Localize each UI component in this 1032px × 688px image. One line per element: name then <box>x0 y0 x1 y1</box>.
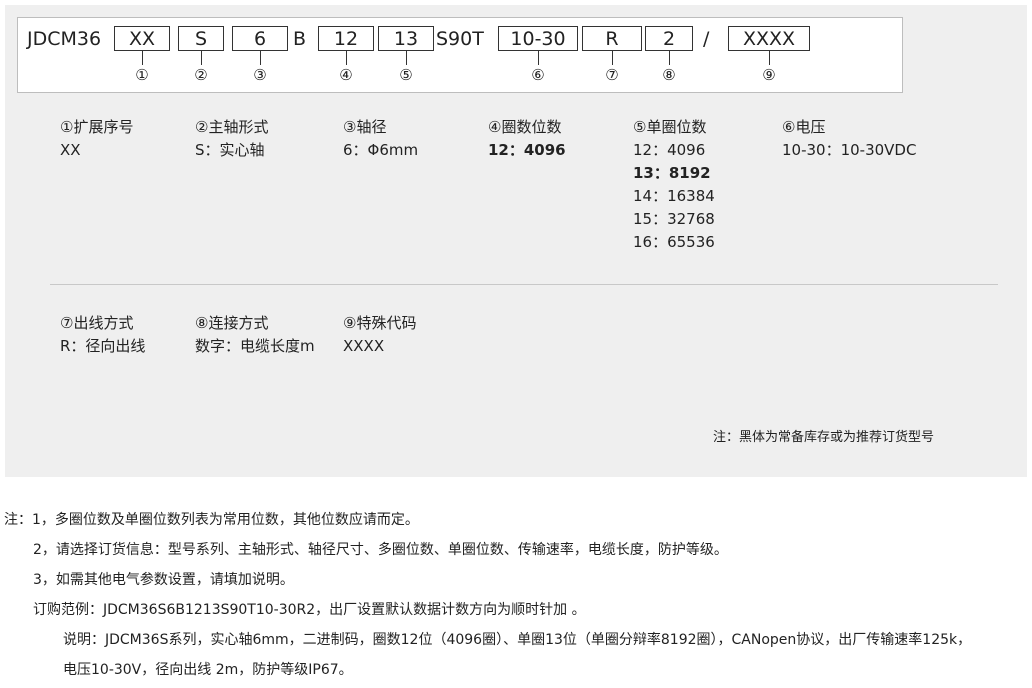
code-field-marker: ⑤ <box>399 66 413 84</box>
spec-value-recommended: 13：8192 <box>633 164 711 182</box>
spec-shaft-diameter: ③轴径 6：Φ6mm <box>343 116 418 162</box>
spec-special-code: ⑨特殊代码 XXXX <box>343 312 416 358</box>
code-field-tick <box>612 51 613 65</box>
code-field-tick <box>260 51 261 65</box>
code-field-marker: ③ <box>253 66 267 84</box>
spec-title: ①扩展序号 <box>60 118 134 136</box>
spec-value: 10-30：10-30VDC <box>782 141 917 159</box>
code-field-tick <box>142 51 143 65</box>
code-field-marker: ⑦ <box>605 66 619 84</box>
code-field-special-code: XXXX <box>728 26 810 51</box>
spec-value: R：径向出线 <box>60 337 146 355</box>
code-field-shaft-type: S <box>178 26 224 51</box>
spec-value: 15：32768 <box>633 210 715 228</box>
spec-voltage: ⑥电压 10-30：10-30VDC <box>782 116 916 162</box>
section-divider <box>50 284 998 285</box>
spec-value: 6：Φ6mm <box>343 141 419 159</box>
code-field-tick <box>406 51 407 65</box>
spec-value: S：实心轴 <box>195 141 265 159</box>
code-field-voltage: 10-30 <box>498 26 578 51</box>
spec-title: ⑦出线方式 <box>60 314 134 332</box>
spec-title: ④圈数位数 <box>488 118 562 136</box>
code-field-singleturn-bits: 13 <box>378 26 434 51</box>
code-field-marker: ④ <box>339 66 353 84</box>
note-line: 电压10-30V，径向出线 2m，防护等级IP67。 <box>63 662 353 678</box>
code-field-tick <box>201 51 202 65</box>
spec-value: XX <box>60 141 81 159</box>
code-field-marker: ① <box>135 66 149 84</box>
code-fixed-b: B <box>293 28 307 50</box>
spec-extension: ①扩展序号 XX <box>60 116 133 162</box>
code-field-outlet: R <box>582 26 642 51</box>
spec-multiturn-bits: ④圈数位数 12：4096 <box>488 116 566 162</box>
model-code-bar: JDCM36 XX ① S ② 6 ③ B 12 ④ 13 ⑤ S90T 10-… <box>17 17 903 93</box>
note-line: 注：1，多圈位数及单圈位数列表为常用位数，其他位数应请而定。 <box>4 512 419 528</box>
spec-outlet: ⑦出线方式 R：径向出线 <box>60 312 145 358</box>
code-field-marker: ② <box>194 66 208 84</box>
spec-value: 数字：电缆长度m <box>195 337 315 355</box>
spec-value: XXXX <box>343 337 385 355</box>
note-line: 订购范例：JDCM36S6B1213S90T10-30R2，出厂设置默认数据计数… <box>33 602 586 618</box>
spec-title: ⑨特殊代码 <box>343 314 417 332</box>
spec-panel: JDCM36 XX ① S ② 6 ③ B 12 ④ 13 ⑤ S90T 10-… <box>5 5 1027 477</box>
code-field-marker: ⑥ <box>531 66 545 84</box>
order-notes: 注：1，多圈位数及单圈位数列表为常用位数，其他位数应请而定。 2，请选择订货信息… <box>4 505 971 685</box>
code-field-extension: XX <box>114 26 170 51</box>
spec-singleturn-bits: ⑤单圈位数 12：4096 13：8192 14：16384 15：32768 … <box>633 116 715 254</box>
recommend-note: 注：黑体为常备库存或为推荐订货型号 <box>713 430 935 445</box>
spec-value: 16：65536 <box>633 233 715 251</box>
spec-value: 14：16384 <box>633 187 715 205</box>
code-separator-slash: / <box>703 28 710 50</box>
code-field-tick <box>346 51 347 65</box>
code-prefix: JDCM36 <box>27 28 102 50</box>
note-line: 2，请选择订货信息：型号系列、主轴形式、轴径尺寸、多圈位数、单圈位数、传输速率，… <box>33 542 728 558</box>
spec-title: ⑧连接方式 <box>195 314 269 332</box>
spec-title: ②主轴形式 <box>195 118 269 136</box>
note-line: 说明：JDCM36S系列，实心轴6mm，二进制码，圈数12位（4096圈）、单圈… <box>63 632 972 648</box>
code-fixed-s90t: S90T <box>436 28 484 50</box>
code-field-tick <box>538 51 539 65</box>
spec-title: ⑥电压 <box>782 118 826 136</box>
spec-value-recommended: 12：4096 <box>488 141 566 159</box>
code-field-tick <box>669 51 670 65</box>
spec-connection: ⑧连接方式 数字：电缆长度m <box>195 312 315 358</box>
code-field-marker: ⑧ <box>662 66 676 84</box>
code-field-tick <box>769 51 770 65</box>
code-field-shaft-diameter: 6 <box>232 26 288 51</box>
code-field-marker: ⑨ <box>762 66 776 84</box>
spec-value: 12：4096 <box>633 141 706 159</box>
spec-title: ⑤单圈位数 <box>633 118 707 136</box>
note-line: 3，如需其他电气参数设置，请填加说明。 <box>33 572 294 588</box>
code-field-connection: 2 <box>645 26 693 51</box>
spec-shaft-type: ②主轴形式 S：实心轴 <box>195 116 268 162</box>
code-field-multiturn-bits: 12 <box>318 26 374 51</box>
spec-title: ③轴径 <box>343 118 387 136</box>
